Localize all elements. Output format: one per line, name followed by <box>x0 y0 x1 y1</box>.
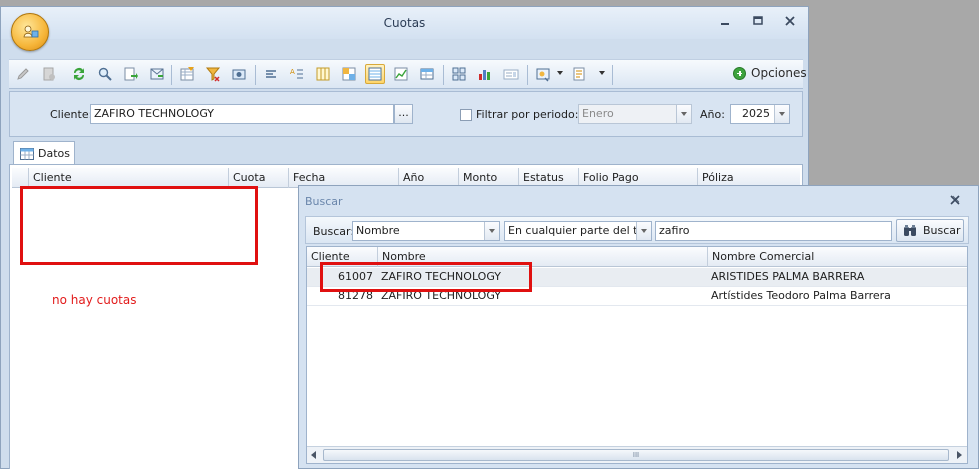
sort-icon[interactable]: A <box>287 64 307 84</box>
campo-value: Nombre <box>356 224 400 237</box>
horizontal-scrollbar[interactable]: III <box>307 446 967 463</box>
modo-busqueda-select[interactable]: En cualquier parte del t... <box>504 221 652 241</box>
report-dropdown-arrow-icon[interactable] <box>599 71 605 75</box>
anio-label: Año: <box>700 108 725 121</box>
svg-text:A: A <box>290 68 295 76</box>
card-view-icon[interactable] <box>501 64 521 84</box>
filtrar-periodo-label: Filtrar por periodo: <box>476 108 579 121</box>
chevron-down-icon[interactable] <box>774 105 789 123</box>
tab-datos[interactable]: Datos <box>13 141 75 165</box>
dialog-title: Buscar <box>305 195 343 208</box>
filter-grid-icon[interactable] <box>177 64 197 84</box>
cell-nombre-comercial: Artístides Teodoro Palma Barrera <box>711 289 891 302</box>
cliente-lookup-button[interactable]: ... <box>394 104 413 124</box>
binoculars-icon <box>904 225 916 236</box>
table-icon[interactable] <box>417 64 437 84</box>
ribbon-toolbar: A Opciones <box>9 59 807 89</box>
annotation-highlight-row <box>320 262 532 292</box>
scroll-right-icon[interactable] <box>957 451 962 459</box>
grid-view-icon[interactable] <box>365 64 385 84</box>
columns-icon[interactable] <box>313 64 333 84</box>
campo-select[interactable]: Nombre <box>352 221 500 241</box>
chevron-down-icon[interactable] <box>676 105 691 123</box>
align-icon[interactable] <box>261 64 281 84</box>
scrollbar-thumb[interactable]: III <box>323 449 949 461</box>
layout-icon[interactable] <box>339 64 359 84</box>
delete-icon[interactable] <box>39 64 59 84</box>
column-header-cliente[interactable]: Cliente <box>28 168 228 188</box>
refresh-icon[interactable] <box>69 64 89 84</box>
table-icon <box>20 147 34 160</box>
toolbar-separator <box>171 65 172 85</box>
empty-message: no hay cuotas <box>52 293 137 307</box>
search-icon[interactable] <box>95 64 115 84</box>
toolbar-separator <box>612 65 613 85</box>
annotation-highlight-box <box>20 186 258 265</box>
minimize-icon[interactable] <box>717 14 733 28</box>
opciones-label: Opciones <box>751 66 807 80</box>
search-input[interactable]: zafiro <box>655 221 892 241</box>
close-icon[interactable] <box>782 14 798 28</box>
print-dropdown-arrow-icon[interactable] <box>557 71 563 75</box>
report-icon[interactable] <box>569 64 589 84</box>
filtrar-periodo-checkbox[interactable] <box>460 109 472 121</box>
search-toolbar: Buscar: Nombre En cualquier parte del t.… <box>305 216 969 244</box>
print-preview-icon[interactable] <box>533 64 553 84</box>
maximize-icon[interactable] <box>750 14 766 28</box>
export-icon[interactable] <box>121 64 141 84</box>
edit-icon[interactable] <box>13 64 33 84</box>
anio-value: 2025 <box>742 107 770 120</box>
view-icon[interactable] <box>229 64 249 84</box>
buscar-label: Buscar: <box>313 225 355 238</box>
toolbar-separator <box>527 65 528 85</box>
mes-select[interactable]: Enero <box>578 104 692 124</box>
chevron-down-icon[interactable] <box>484 222 499 240</box>
buscar-button[interactable]: Buscar <box>896 219 964 242</box>
chevron-down-icon[interactable] <box>636 222 651 240</box>
filter-clear-icon[interactable] <box>203 64 223 84</box>
cliente-field[interactable]: ZAFIRO TECHNOLOGY <box>90 104 394 124</box>
toolbar-separator <box>443 65 444 85</box>
anio-select[interactable]: 2025 <box>730 104 790 124</box>
close-icon[interactable] <box>949 194 961 206</box>
cliente-label: Cliente: <box>50 108 93 121</box>
opciones-button[interactable]: Opciones <box>733 66 807 80</box>
column-header-cuota[interactable]: Cuota <box>228 168 288 188</box>
toolbar-separator <box>255 65 256 85</box>
buscar-button-label: Buscar <box>923 224 961 237</box>
send-icon[interactable] <box>147 64 167 84</box>
filter-panel: Cliente: ZAFIRO TECHNOLOGY ... Filtrar p… <box>9 91 803 137</box>
scroll-left-icon[interactable] <box>311 451 316 459</box>
cards-icon[interactable] <box>449 64 469 84</box>
bar-chart-icon[interactable] <box>475 64 495 84</box>
cell-nombre-comercial: ARISTIDES PALMA BARRERA <box>711 270 865 283</box>
title-bar: Cuotas <box>1 7 808 39</box>
mes-value: Enero <box>582 107 614 120</box>
tab-datos-label: Datos <box>38 147 70 160</box>
app-menu-button[interactable] <box>11 13 49 51</box>
chart-grid-icon[interactable] <box>391 64 411 84</box>
window-title: Cuotas <box>383 16 426 30</box>
app-logo-icon <box>23 25 39 38</box>
add-circle-icon <box>733 66 746 80</box>
column-header-nombre-comercial[interactable]: Nombre Comercial <box>707 247 967 267</box>
buscar-dialog: Buscar Buscar: Nombre En cualquier parte… <box>298 185 979 469</box>
modo-value: En cualquier parte del t... <box>508 224 648 237</box>
